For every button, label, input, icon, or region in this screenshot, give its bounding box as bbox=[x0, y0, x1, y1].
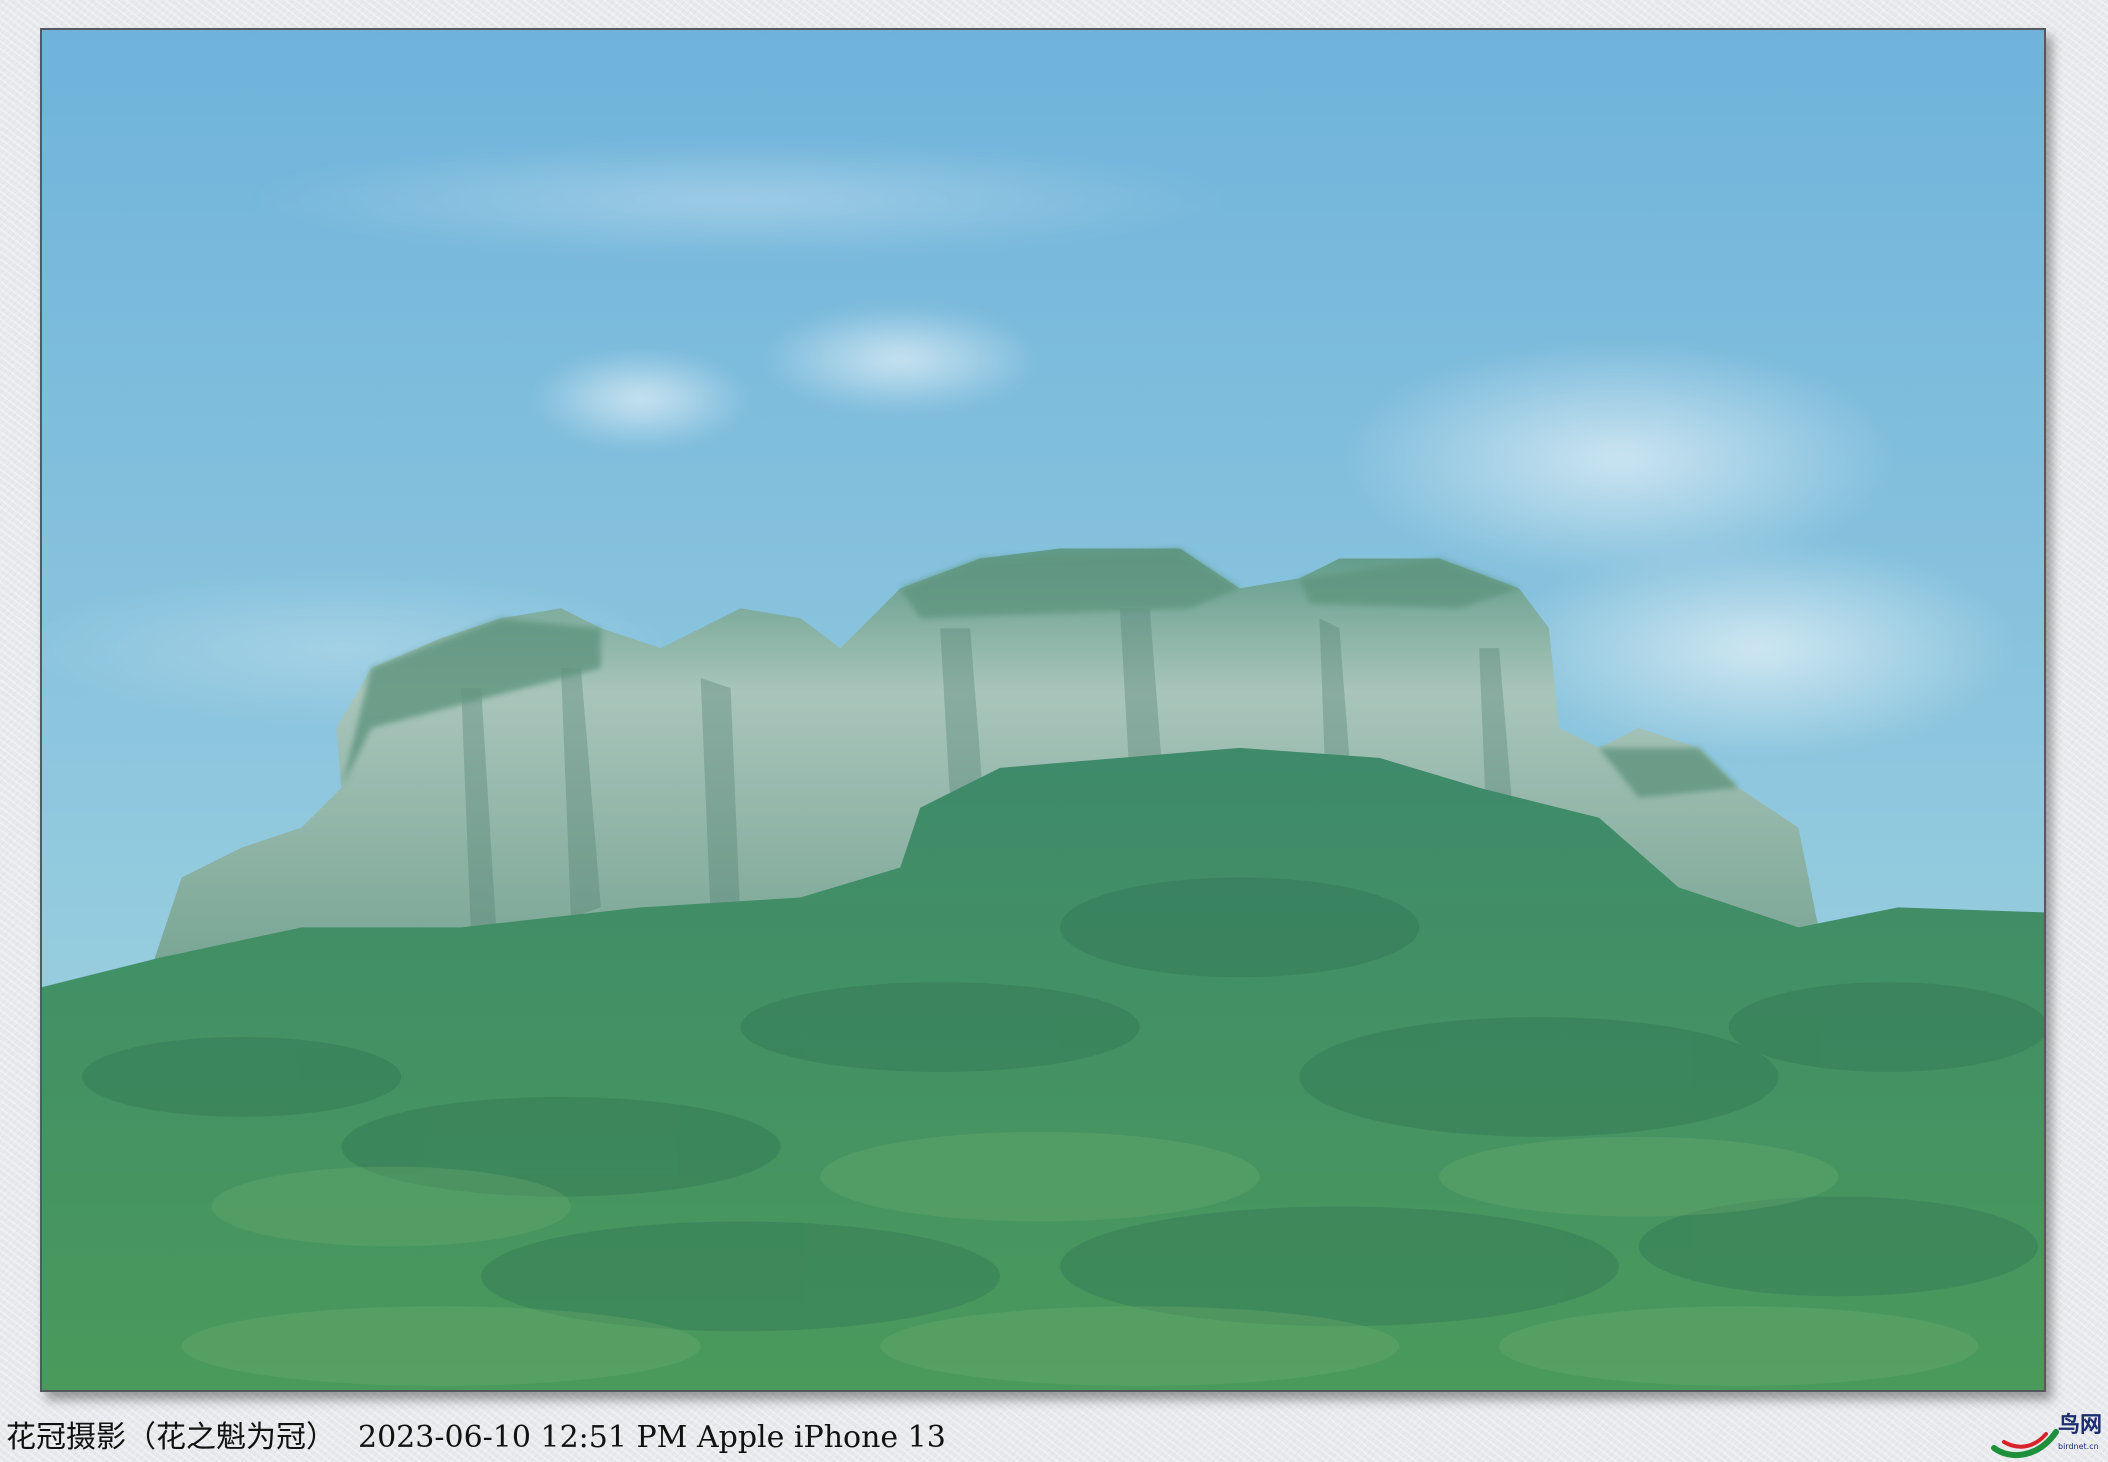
camera-model: Apple iPhone 13 bbox=[696, 1420, 946, 1455]
photo-frame bbox=[40, 28, 2046, 1392]
watermark-url: birdnet.cn bbox=[2058, 1442, 2099, 1451]
watermark-text: 鸟网 birdnet.cn bbox=[2058, 1414, 2106, 1458]
photo-caption: 花冠摄影（花之魁为冠） 2023-06-10 12:51 PM Apple iPh… bbox=[6, 1418, 946, 1458]
watermark-logo-text: 鸟网 bbox=[2058, 1413, 2103, 1438]
studio-name: 花冠摄影（花之魁为冠） bbox=[6, 1420, 336, 1455]
landscape-photo bbox=[42, 30, 2044, 1390]
capture-datetime: 2023-06-10 12:51 PM bbox=[358, 1420, 688, 1455]
